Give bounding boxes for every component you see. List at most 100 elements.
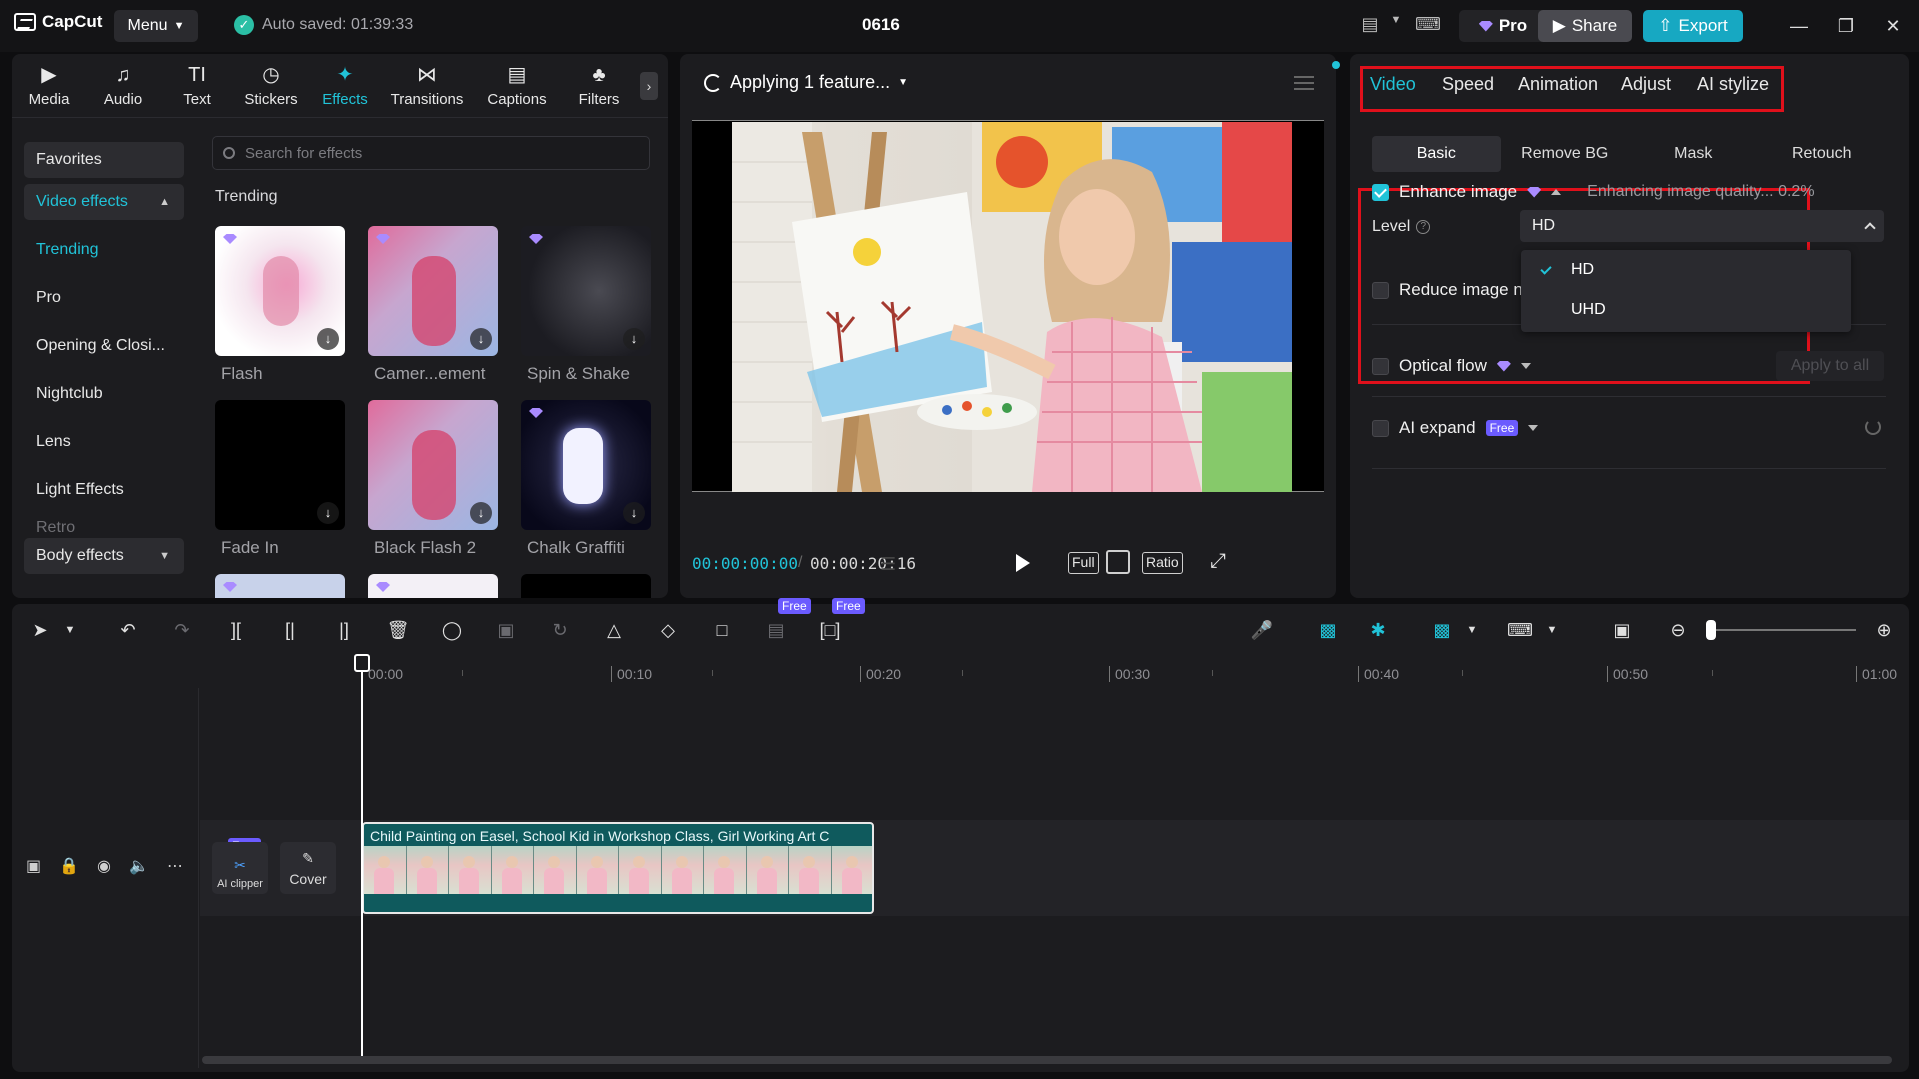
auto-captions-icon[interactable]: ▤ [762, 616, 790, 644]
video-clip[interactable]: Child Painting on Easel, School Kid in W… [362, 822, 874, 914]
expand-icon[interactable] [1520, 363, 1531, 369]
play-icon[interactable] [1016, 554, 1030, 572]
playhead[interactable] [361, 656, 363, 1056]
expand-icon[interactable] [1528, 425, 1539, 431]
sidebar-item-video-effects[interactable]: Video effects ▲ [24, 184, 184, 220]
undo-icon[interactable]: ↶ [114, 616, 142, 644]
fullscreen-icon[interactable]: ⤢ [1210, 550, 1226, 573]
menu-icon[interactable] [1294, 76, 1314, 90]
volume-icon[interactable]: 🔈 [129, 856, 149, 876]
effect-card-partial[interactable] [215, 574, 345, 598]
sidebar-item-lens[interactable]: Lens [24, 418, 184, 466]
more-icon[interactable]: ⋯ [167, 856, 183, 876]
sidebar-item-trending[interactable]: Trending [24, 226, 184, 274]
sidebar-item-nightclub[interactable]: Nightclub [24, 370, 184, 418]
download-icon[interactable]: ↓ [623, 328, 645, 350]
tab-text[interactable]: TI Text [160, 54, 234, 118]
tab-transitions[interactable]: ⋈ Transitions [382, 54, 472, 118]
level-select[interactable]: HD [1520, 210, 1884, 242]
effect-card-partial[interactable] [521, 574, 651, 598]
zoom-out-icon[interactable]: ⊖ [1664, 616, 1692, 644]
delete-icon[interactable]: 🗑 [384, 616, 412, 644]
tab-filters[interactable]: ♣ Filters [562, 54, 636, 118]
time-ruler[interactable]: 00:00 00:10 00:20 00:30 00:40 00:50 01:0… [362, 656, 1902, 684]
ai-expand-checkbox[interactable] [1372, 419, 1389, 437]
subtab-retouch[interactable]: Retouch [1758, 136, 1887, 172]
mirror-icon[interactable]: △ [600, 616, 628, 644]
apply-to-all-button[interactable]: Apply to all [1776, 351, 1884, 381]
download-icon[interactable]: ↓ [470, 502, 492, 524]
lock-icon[interactable]: 🔒 [59, 856, 79, 876]
reverse-icon[interactable]: ↻ [546, 616, 574, 644]
effect-card-flash[interactable]: ↓ Flash [215, 226, 345, 384]
effect-card-chalk-graffiti[interactable]: ↓ Chalk Graffiti [521, 400, 651, 558]
tab-stickers[interactable]: ◷ Stickers [234, 54, 308, 118]
sidebar-item-favorites[interactable]: Favorites [24, 142, 184, 178]
subtab-basic[interactable]: Basic [1372, 136, 1501, 172]
crop-icon[interactable]: □ [708, 616, 736, 644]
layout-chevron-icon[interactable]: ▼ [1382, 14, 1410, 38]
download-icon[interactable]: ↓ [317, 502, 339, 524]
full-quality-button[interactable]: Full [1068, 552, 1099, 574]
level-option-uhd[interactable]: UHD [1521, 290, 1851, 330]
timeline-scrollbar[interactable] [202, 1056, 1892, 1064]
close-icon[interactable]: ✕ [1878, 12, 1908, 40]
maximize-icon[interactable]: ❐ [1831, 12, 1861, 40]
player-status[interactable]: Applying 1 feature... ▼ [704, 72, 908, 93]
project-title[interactable]: 0616 [862, 15, 900, 35]
select-cursor-icon[interactable]: ➤ [26, 616, 54, 644]
effect-card-fade-in[interactable]: ↓ Fade In [215, 400, 345, 558]
effect-card-spin-shake[interactable]: ↓ Spin & Shake [521, 226, 651, 384]
zoom-fit-icon[interactable] [1106, 550, 1130, 574]
sidebar-item-pro[interactable]: Pro [24, 274, 184, 322]
screen-icon[interactable]: ▣ [1608, 616, 1636, 644]
tab-captions[interactable]: ▤ Captions [472, 54, 562, 118]
ai-clipper-button[interactable]: ✂ AI clipper [212, 842, 268, 894]
pro-button[interactable]: Pro [1459, 10, 1547, 42]
ratio-button[interactable]: Ratio [1142, 552, 1183, 574]
effect-card-partial[interactable] [368, 574, 498, 598]
effects-search[interactable] [212, 136, 650, 170]
effect-card-black-flash-2[interactable]: ↓ Black Flash 2 [368, 400, 498, 558]
layout-icon[interactable]: ▤ [1356, 14, 1384, 38]
microphone-icon[interactable]: 🎤 [1248, 616, 1276, 644]
effect-card-camera-movement[interactable]: ↓ Camer...ement [368, 226, 498, 384]
shield-icon[interactable]: ◯ [438, 616, 466, 644]
chevron-down-icon[interactable]: ▼ [1458, 616, 1486, 644]
subtab-mask[interactable]: Mask [1629, 136, 1758, 172]
split-right-icon[interactable]: |] [330, 616, 358, 644]
download-icon[interactable]: ↓ [317, 328, 339, 350]
shortcuts-icon[interactable]: ⌨ [1414, 14, 1442, 38]
chevron-right-icon[interactable]: › [640, 72, 658, 100]
tab-audio[interactable]: ♫ Audio [86, 54, 160, 118]
main-track-magnet-icon[interactable]: ▩ [1314, 616, 1342, 644]
track-type-icon[interactable]: ▣ [26, 856, 41, 876]
freeze-icon[interactable]: ▣ [492, 616, 520, 644]
chevron-down-icon[interactable]: ▼ [1538, 616, 1566, 644]
enhance-image-checkbox[interactable] [1372, 183, 1389, 201]
sidebar-item-body-effects[interactable]: Body effects ▼ [24, 538, 184, 574]
eye-icon[interactable]: ◉ [97, 856, 111, 876]
zoom-slider[interactable] [1712, 629, 1856, 631]
reduce-noise-checkbox[interactable] [1372, 281, 1389, 299]
chevron-down-icon[interactable]: ▼ [56, 616, 84, 644]
export-button[interactable]: ⇧ Export [1643, 10, 1743, 42]
search-input[interactable] [245, 144, 625, 162]
download-icon[interactable]: ↓ [470, 328, 492, 350]
preview-axis-icon[interactable]: ⌨ [1506, 616, 1534, 644]
split-icon[interactable]: ][ [222, 616, 250, 644]
share-button[interactable]: ▶ Share [1538, 10, 1632, 42]
sidebar-item-opening-closing[interactable]: Opening & Closi... [24, 322, 184, 370]
waveform-icon[interactable]: ☰ [880, 554, 896, 575]
redo-icon[interactable]: ↷ [168, 616, 196, 644]
linkage-icon[interactable]: ▩ [1428, 616, 1456, 644]
video-viewport[interactable] [692, 120, 1324, 492]
collapse-icon[interactable] [1551, 189, 1562, 195]
download-icon[interactable]: ↓ [623, 502, 645, 524]
tab-media[interactable]: ▶ Media [12, 54, 86, 118]
cover-button[interactable]: ✎ Cover [280, 842, 336, 894]
reset-icon[interactable] [1865, 419, 1881, 435]
split-left-icon[interactable]: [| [276, 616, 304, 644]
menu-button[interactable]: Menu ▼ [114, 10, 198, 42]
playhead-handle[interactable] [354, 654, 370, 672]
